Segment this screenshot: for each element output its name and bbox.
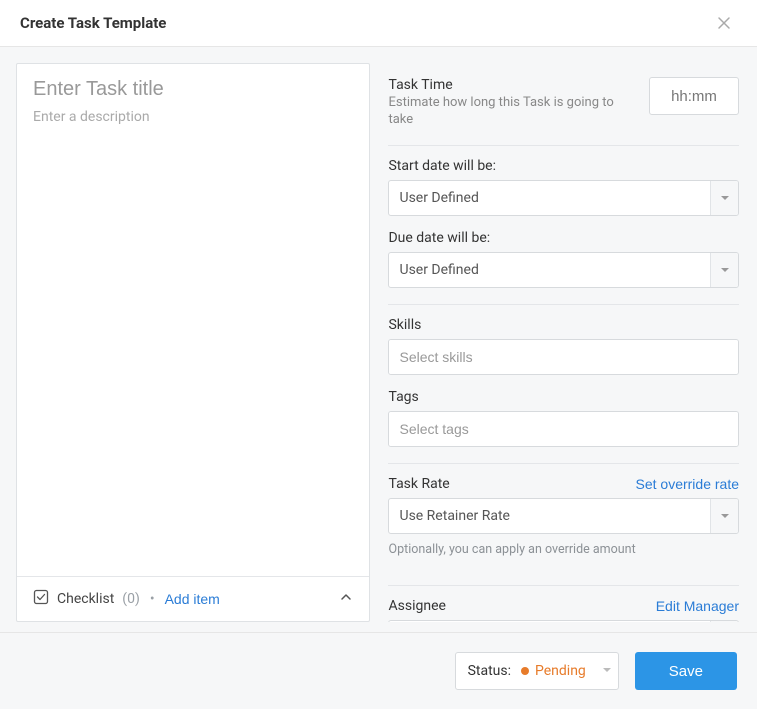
assignee-label: Assignee: [388, 598, 445, 614]
close-icon: [715, 14, 733, 32]
skills-label: Skills: [388, 317, 739, 333]
set-override-rate-link[interactable]: Set override rate: [636, 476, 740, 492]
checklist-label: Checklist: [57, 591, 114, 607]
task-title-input[interactable]: [33, 78, 353, 101]
modal-footer: Status: Pending Save: [0, 632, 757, 709]
checklist-collapse-toggle[interactable]: [339, 590, 353, 608]
assignee-select[interactable]: U Unassigned: [388, 620, 739, 622]
close-button[interactable]: [711, 10, 737, 36]
task-rate-label: Task Rate: [388, 476, 449, 492]
task-time-input[interactable]: [649, 77, 739, 115]
task-rate-select[interactable]: Use Retainer Rate: [388, 498, 739, 534]
separator-dot: •: [150, 591, 155, 607]
edit-manager-link[interactable]: Edit Manager: [656, 598, 739, 614]
caret-icon: [710, 253, 738, 287]
status-select[interactable]: Status: Pending: [455, 652, 619, 690]
assignee-label-row: Assignee Edit Manager: [388, 598, 739, 614]
task-rate-label-row: Task Rate Set override rate: [388, 476, 739, 492]
caret-down-icon: [720, 511, 730, 521]
assignee-section: Assignee Edit Manager U Unassigned: [388, 586, 739, 622]
task-time-section: Task Time Estimate how long this Task is…: [388, 65, 739, 146]
status-dot-icon: [521, 667, 529, 675]
save-button[interactable]: Save: [635, 652, 737, 690]
start-date-value: User Defined: [389, 190, 710, 206]
tags-label: Tags: [388, 389, 739, 405]
task-rate-section: Task Rate Set override rate Use Retainer…: [388, 464, 739, 587]
add-checklist-item-button[interactable]: Add item: [165, 591, 220, 607]
dates-section: Start date will be: User Defined Due dat…: [388, 146, 739, 305]
skills-select[interactable]: [388, 339, 739, 375]
caret-icon: [710, 621, 738, 622]
status-name: Pending: [535, 663, 586, 679]
left-main: [17, 64, 369, 576]
task-time-title: Task Time: [388, 77, 629, 93]
caret-icon: [710, 499, 738, 533]
checklist-icon: [33, 589, 49, 609]
skills-input[interactable]: [389, 340, 738, 374]
caret-down-icon: [720, 193, 730, 203]
status-prefix: Status:: [468, 663, 511, 679]
modal-body: Checklist (0) • Add item Task Time Estim…: [0, 47, 757, 632]
task-rate-helper: Optionally, you can apply an override am…: [388, 542, 739, 557]
checklist-count: (0): [122, 591, 140, 607]
due-date-value: User Defined: [389, 262, 710, 278]
caret-down-icon: [602, 665, 612, 675]
caret-icon: [710, 181, 738, 215]
start-date-label: Start date will be:: [388, 158, 739, 174]
task-description-input[interactable]: [33, 109, 353, 509]
modal-title: Create Task Template: [20, 14, 166, 32]
due-date-label: Due date will be:: [388, 230, 739, 246]
tags-input[interactable]: [389, 412, 738, 446]
caret-icon: [602, 663, 612, 679]
start-date-select[interactable]: User Defined: [388, 180, 739, 216]
due-date-select[interactable]: User Defined: [388, 252, 739, 288]
chevron-up-icon: [339, 590, 353, 604]
left-column: Checklist (0) • Add item: [16, 63, 370, 622]
checklist-bar: Checklist (0) • Add item: [17, 576, 369, 621]
modal-header: Create Task Template: [0, 0, 757, 47]
task-time-subtitle: Estimate how long this Task is going to …: [388, 95, 629, 129]
tags-select[interactable]: [388, 411, 739, 447]
task-rate-value: Use Retainer Rate: [389, 508, 710, 524]
skills-tags-section: Skills Tags: [388, 305, 739, 464]
caret-down-icon: [720, 265, 730, 275]
right-column: Task Time Estimate how long this Task is…: [386, 63, 741, 622]
